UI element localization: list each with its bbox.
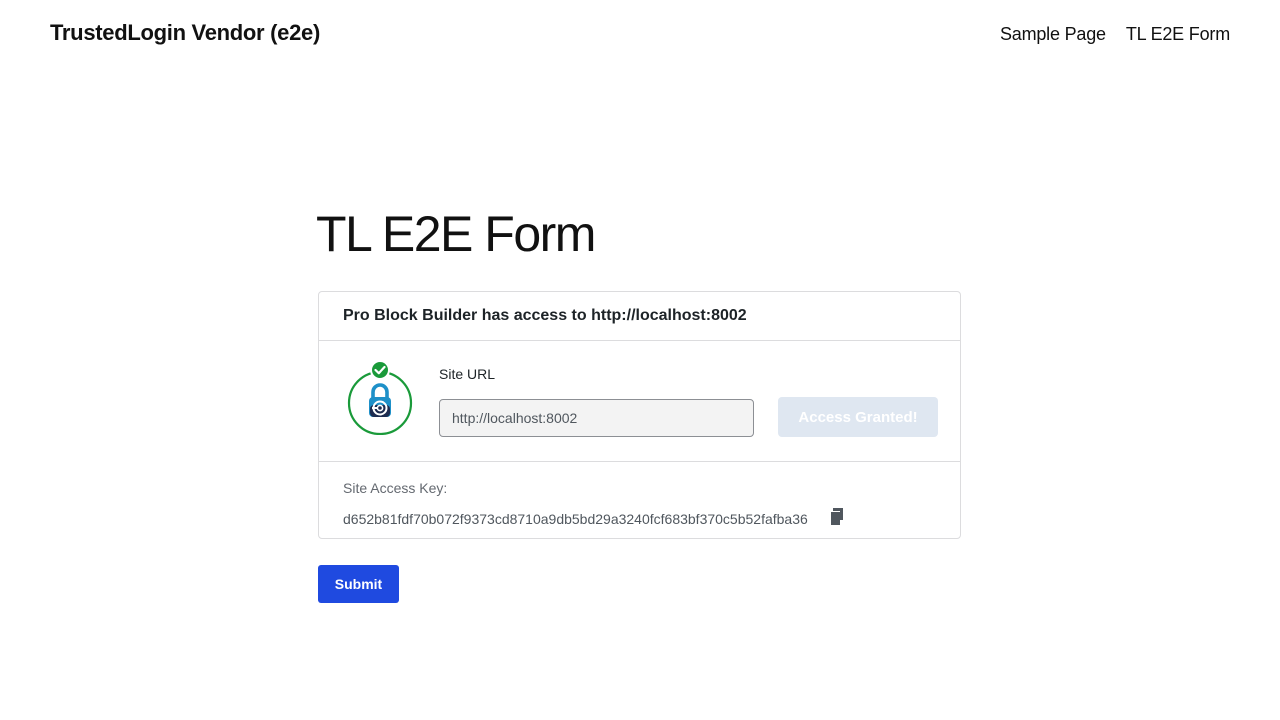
access-card-heading: Pro Block Builder has access to http://l… — [319, 292, 960, 341]
site-url-input[interactable] — [439, 399, 754, 437]
page-title: TL E2E Form — [316, 206, 596, 262]
site-header: TrustedLogin Vendor (e2e) Sample Page TL… — [0, 0, 1280, 70]
access-card-body: Site URL Access Granted! — [319, 341, 960, 462]
submit-button[interactable]: Submit — [318, 565, 399, 603]
access-key-section: Site Access Key: d652b81fdf70b072f9373cd… — [319, 462, 960, 538]
nav-link-sample-page[interactable]: Sample Page — [1000, 24, 1106, 45]
access-key-label: Site Access Key: — [343, 480, 448, 496]
primary-nav: Sample Page TL E2E Form — [1000, 24, 1230, 45]
copy-icon[interactable] — [829, 508, 845, 525]
nav-link-tl-e2e-form[interactable]: TL E2E Form — [1126, 24, 1230, 45]
access-granted-button[interactable]: Access Granted! — [778, 397, 938, 437]
access-key-value: d652b81fdf70b072f9373cd8710a9db5bd29a324… — [343, 511, 808, 527]
trustedlogin-access-card: Pro Block Builder has access to http://l… — [318, 291, 961, 539]
site-title-link[interactable]: TrustedLogin Vendor (e2e) — [50, 20, 320, 46]
checkmark-icon — [370, 360, 390, 380]
site-url-label: Site URL — [439, 366, 496, 382]
trustedlogin-lock-icon — [347, 360, 413, 435]
